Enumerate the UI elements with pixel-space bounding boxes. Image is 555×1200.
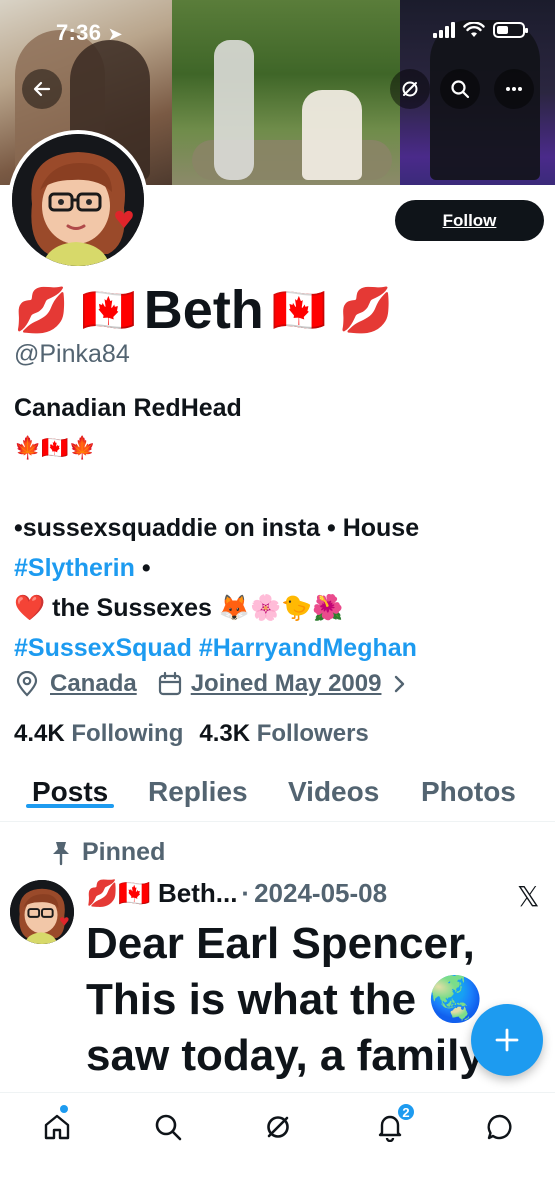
x-logo-icon: 𝕏 xyxy=(517,881,540,912)
followers-label: Followers xyxy=(256,720,369,747)
display-name-text: Beth xyxy=(143,280,264,340)
profile-meta: Canada Joined May 2009 xyxy=(14,670,409,698)
pin-icon xyxy=(53,841,69,865)
more-horizontal-icon xyxy=(506,87,522,91)
following-count: 4.4K xyxy=(14,720,65,747)
bottom-navigation: 2 xyxy=(0,1092,555,1200)
chevron-right-icon[interactable] xyxy=(391,673,409,695)
status-icons xyxy=(433,22,528,38)
post-separator: · xyxy=(241,878,251,908)
bio-line: Canadian RedHead xyxy=(14,394,242,422)
tab-posts[interactable]: Posts xyxy=(25,766,115,808)
home-icon xyxy=(44,1114,70,1140)
following-link[interactable]: 4.4K Following xyxy=(14,720,183,748)
profile-avatar[interactable] xyxy=(8,130,148,270)
plus-icon xyxy=(495,1028,519,1052)
post-header: 💋🇨🇦 Beth... · 2024-05-08 xyxy=(86,878,387,909)
tab-replies[interactable]: Replies xyxy=(148,766,248,808)
search-button[interactable] xyxy=(440,69,480,109)
more-options-button[interactable] xyxy=(494,69,534,109)
followers-count: 4.3K xyxy=(199,720,251,747)
follow-button[interactable]: Follow xyxy=(395,200,544,241)
display-name-prefix-emoji: 💋 🇨🇦 xyxy=(14,286,136,335)
status-time: 7:36 ➤ xyxy=(56,20,124,45)
hashtag-link[interactable]: #SussexSquad xyxy=(14,634,192,662)
calendar-icon xyxy=(158,671,181,696)
avatar-image xyxy=(12,134,144,266)
cellular-signal-icon xyxy=(433,22,455,38)
bio-text: • xyxy=(134,554,151,582)
bio-line: ❤️ the Sussexes 🦊🌸🐤🌺 xyxy=(14,594,344,622)
bio-line: •sussexsquaddie on insta • House xyxy=(14,514,420,542)
bio-emoji-line: 🍁🇨🇦🍁 xyxy=(14,435,97,460)
profile-bio: Canadian RedHead 🍁🇨🇦🍁 •sussexsquaddie on… xyxy=(14,388,544,668)
grok-button[interactable] xyxy=(390,69,430,109)
profile-tabs: Posts Replies Videos Photos xyxy=(0,766,555,822)
post-date[interactable]: 2024-05-08 xyxy=(254,878,387,909)
display-name: 💋 🇨🇦 Beth 🇨🇦 💋 xyxy=(14,280,394,340)
follow-stats: 4.4K Following 4.3K Followers xyxy=(14,720,369,748)
hashtag-link[interactable]: #Slytherin xyxy=(14,554,135,582)
grok-icon xyxy=(267,1116,289,1138)
hashtag-link[interactable]: #HarryandMeghan xyxy=(199,634,417,662)
display-name-suffix-emoji: 🇨🇦 💋 xyxy=(271,286,394,335)
compose-post-button[interactable] xyxy=(471,1004,543,1076)
search-icon xyxy=(155,1114,182,1141)
nav-messages-button[interactable] xyxy=(480,1107,520,1147)
status-bar: 7:36 ➤ xyxy=(0,0,555,56)
location-pin-icon xyxy=(16,671,38,697)
grok-icon xyxy=(402,81,418,97)
search-icon xyxy=(451,80,470,99)
home-new-indicator xyxy=(60,1105,68,1113)
battery-icon xyxy=(493,22,528,38)
arrow-left-icon xyxy=(33,81,51,97)
wifi-icon xyxy=(463,22,485,37)
nav-search-button[interactable] xyxy=(148,1107,188,1147)
post-author-avatar[interactable] xyxy=(10,880,74,944)
followers-link[interactable]: 4.3K Followers xyxy=(199,720,368,748)
location-arrow-icon: ➤ xyxy=(107,24,124,44)
back-button[interactable] xyxy=(22,69,62,109)
location-link[interactable]: Canada xyxy=(50,670,137,698)
tab-photos[interactable]: Photos xyxy=(421,766,516,808)
messages-icon xyxy=(487,1114,512,1140)
user-handle: @Pinka84 xyxy=(14,340,130,368)
joined-date-link[interactable]: Joined May 2009 xyxy=(191,670,382,698)
tab-videos[interactable]: Videos xyxy=(288,766,379,808)
pinned-label: Pinned xyxy=(82,838,166,866)
post-author-name[interactable]: 💋🇨🇦 Beth... xyxy=(86,878,237,909)
nav-grok-button[interactable] xyxy=(258,1107,298,1147)
pinned-indicator: Pinned xyxy=(50,838,165,867)
nav-home-button[interactable] xyxy=(37,1107,77,1147)
notifications-badge: 2 xyxy=(396,1102,416,1122)
following-label: Following xyxy=(71,720,184,747)
